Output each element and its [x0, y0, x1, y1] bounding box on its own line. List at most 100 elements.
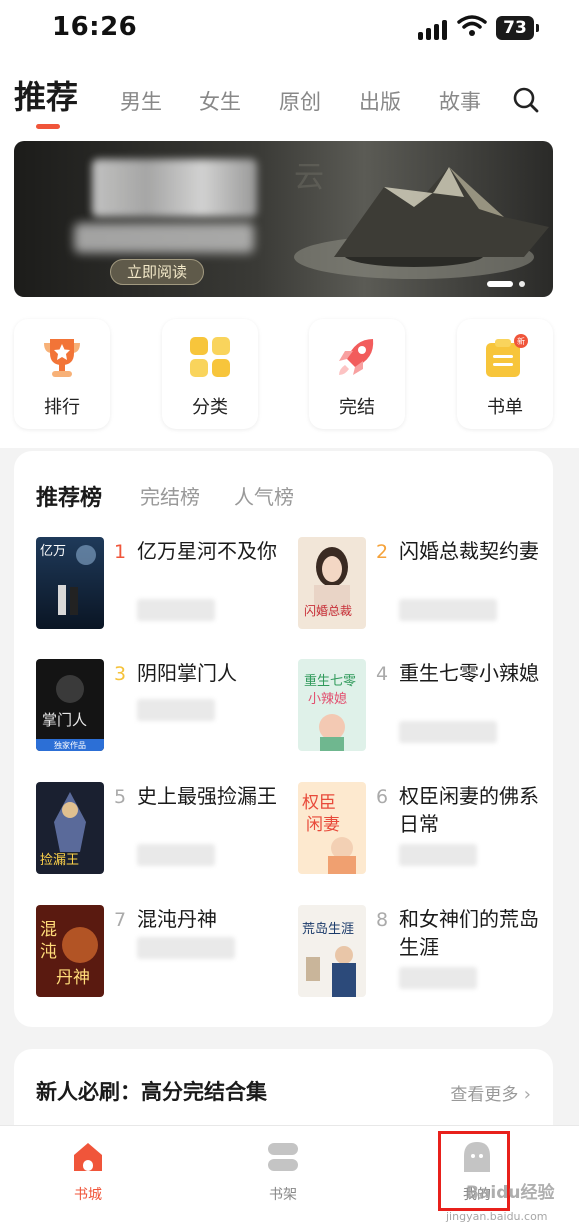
svg-text:荒岛生涯: 荒岛生涯 — [302, 921, 354, 937]
rank-number: 1 — [114, 541, 127, 563]
tab-original[interactable]: 原创 — [279, 86, 321, 116]
book-meta-blurred — [399, 844, 477, 866]
book-cover: 荒岛生涯 — [298, 905, 366, 997]
rank-number: 7 — [114, 909, 127, 931]
quick-completed[interactable]: 完结 — [309, 319, 405, 429]
rank-number: 6 — [376, 786, 389, 808]
rank-number: 8 — [376, 909, 389, 931]
book-meta-blurred — [399, 721, 497, 743]
svg-text:重生七零: 重生七零 — [304, 673, 356, 689]
carousel-dot — [519, 281, 525, 287]
book-title: 阴阳掌门人 — [137, 661, 237, 685]
top-category-tabs: 推荐 男生 女生 原创 出版 故事 — [0, 58, 579, 138]
svg-text:小辣媳: 小辣媳 — [308, 691, 347, 707]
battery-icon: 73 — [496, 16, 539, 40]
banner-subtitle-blurred — [74, 223, 254, 253]
book-cover: 混 沌 丹神 — [36, 905, 104, 997]
book-title: 重生七零小辣媳 — [399, 661, 539, 685]
svg-text:丹神: 丹神 — [56, 968, 90, 988]
svg-text:混: 混 — [40, 920, 57, 940]
tab-popular-list[interactable]: 人气榜 — [234, 481, 294, 510]
rank-number: 3 — [114, 663, 127, 685]
book-cover: 重生七零 小辣媳 — [298, 659, 366, 751]
tab-published[interactable]: 出版 — [359, 86, 401, 116]
rank-number: 5 — [114, 786, 127, 808]
quick-completed-label: 完结 — [339, 397, 375, 418]
view-more-link[interactable]: 查看更多 › — [450, 1080, 531, 1105]
quick-ranking-label: 排行 — [44, 397, 80, 418]
home-icon — [74, 1143, 102, 1171]
book-meta-blurred — [399, 967, 477, 989]
book-item[interactable]: 闪婚总裁 2 闪婚总裁契约妻 — [298, 537, 558, 637]
tab-recommend-list[interactable]: 推荐榜 — [36, 480, 102, 512]
svg-text:云: 云 — [294, 160, 324, 195]
quick-categories[interactable]: 分类 — [162, 319, 258, 429]
watermark-url: jingyan.baidu.com — [446, 1210, 548, 1223]
wifi-icon — [457, 15, 487, 36]
svg-text:掌门人: 掌门人 — [42, 711, 87, 729]
rocket-icon — [339, 339, 374, 375]
svg-text:亿万: 亿万 — [40, 544, 66, 559]
ranking-card: 推荐榜 完结榜 人气榜 亿万 1 亿万星河不及你 闪婚总裁 2 闪婚总裁契约妻 — [14, 451, 553, 1027]
book-item[interactable]: 重生七零 小辣媳 4 重生七零小辣媳 — [298, 659, 558, 759]
quick-categories-label: 分类 — [192, 397, 228, 418]
nav-bookshelf-label: 书架 — [269, 1187, 297, 1203]
quick-booklists-label: 书单 — [487, 397, 523, 418]
book-title: 亿万星河不及你 — [137, 539, 277, 563]
book-item[interactable]: 荒岛生涯 8 和女神们的荒岛生涯 — [298, 905, 558, 1005]
battery-level: 73 — [503, 18, 527, 38]
book-meta-blurred — [399, 599, 497, 621]
quick-ranking[interactable]: 排行 — [14, 319, 110, 429]
book-cover: 捡漏王 — [36, 782, 104, 874]
banner-artwork: 云 — [294, 160, 549, 279]
book-cover: 闪婚总裁 — [298, 537, 366, 629]
tab-completed-list[interactable]: 完结榜 — [140, 481, 200, 510]
read-now-button[interactable]: 立即阅读 — [110, 259, 204, 285]
view-more-label: 查看更多 — [450, 1085, 519, 1105]
book-meta-blurred — [137, 937, 235, 959]
book-item[interactable]: 捡漏王 5 史上最强捡漏王 — [36, 782, 296, 882]
category-grid-icon — [190, 337, 230, 377]
trophy-icon — [44, 339, 80, 377]
booklist-icon: 新 — [486, 334, 528, 377]
rank-number: 4 — [376, 663, 389, 685]
book-title: 和女神们的荒岛生涯 — [399, 907, 539, 959]
nav-bookstore-label: 书城 — [74, 1187, 102, 1203]
bookshelf-icon — [268, 1143, 298, 1171]
book-meta-blurred — [137, 599, 215, 621]
search-icon[interactable] — [512, 86, 540, 114]
rank-number: 2 — [376, 541, 389, 563]
status-bar: 16:26 73 — [0, 0, 579, 58]
svg-text:权臣: 权臣 — [302, 793, 336, 813]
book-title: 史上最强捡漏王 — [137, 784, 277, 808]
new-badge: 新 — [517, 336, 525, 346]
promo-banner[interactable]: 云 立即阅读 — [14, 141, 553, 297]
banner-title-blurred — [92, 159, 257, 217]
book-meta-blurred — [137, 699, 215, 721]
tab-female[interactable]: 女生 — [199, 86, 241, 116]
tab-recommend[interactable]: 推荐 — [14, 72, 78, 118]
nav-bookstore[interactable]: 书城 — [48, 1140, 128, 1204]
svg-text:独家作品: 独家作品 — [54, 740, 86, 750]
cellular-signal-icon — [418, 18, 450, 40]
book-item[interactable]: 混 沌 丹神 7 混沌丹神 — [36, 905, 296, 1005]
book-meta-blurred — [137, 844, 215, 866]
svg-text:闲妻: 闲妻 — [306, 815, 340, 835]
svg-text:捡漏王: 捡漏王 — [40, 852, 79, 868]
book-title: 闪婚总裁契约妻 — [399, 539, 539, 563]
quick-booklists[interactable]: 新 书单 — [457, 319, 553, 429]
chevron-right-icon: › — [523, 1084, 531, 1105]
active-tab-indicator — [36, 124, 60, 129]
book-item[interactable]: 掌门人 独家作品 3 阴阳掌门人 — [36, 659, 296, 759]
svg-text:沌: 沌 — [40, 942, 57, 962]
book-cover: 权臣 闲妻 — [298, 782, 366, 874]
carousel-dot-active — [487, 281, 513, 287]
tab-stories[interactable]: 故事 — [439, 86, 481, 116]
tab-male[interactable]: 男生 — [120, 86, 162, 116]
book-cover: 亿万 — [36, 537, 104, 629]
book-item[interactable]: 权臣 闲妻 6 权臣闲妻的佛系日常 — [298, 782, 558, 882]
nav-bookshelf[interactable]: 书架 — [243, 1140, 323, 1204]
watermark: Baidu经验 — [466, 1183, 555, 1203]
book-item[interactable]: 亿万 1 亿万星河不及你 — [36, 537, 296, 637]
carousel-dots — [487, 281, 525, 287]
